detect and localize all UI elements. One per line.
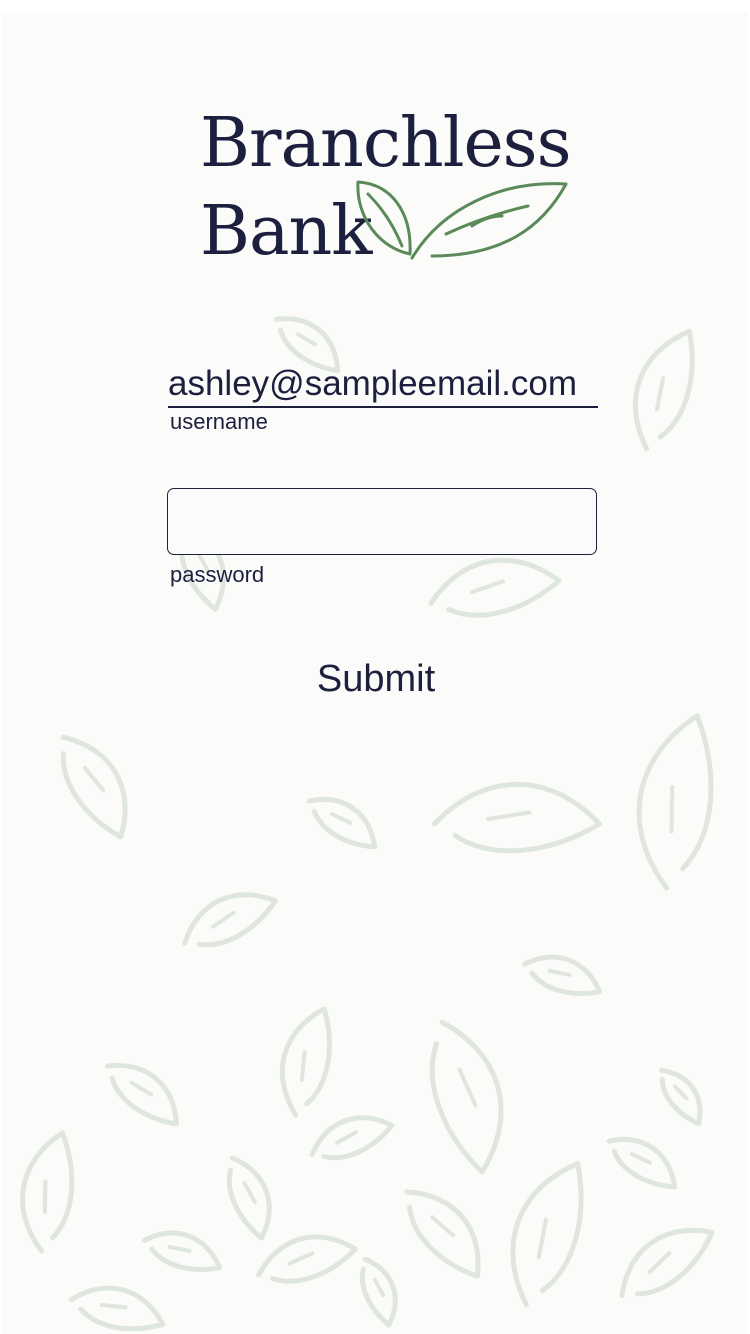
background-leaf-icon	[141, 1230, 223, 1272]
background-leaf-icon	[428, 557, 562, 618]
background-leaf-icon	[60, 734, 128, 840]
login-screen: Branchless Bank ashley@sampleemail.com u…	[2, 12, 748, 1334]
password-input[interactable]	[167, 488, 597, 555]
background-leaf-icon	[521, 954, 603, 996]
background-leaf-icon	[306, 797, 378, 850]
background-leaf-icon	[619, 1227, 715, 1299]
background-leaf-icon	[226, 1155, 272, 1241]
username-field[interactable]: ashley@sampleemail.com	[168, 362, 598, 408]
background-leaf-icon	[309, 1115, 395, 1161]
background-leaf-icon	[658, 1067, 703, 1127]
brand-name-line-2: Bank	[200, 192, 373, 271]
background-leaf-icon	[279, 1006, 332, 1118]
background-leaf-icon	[359, 1256, 398, 1328]
brand-logo: Branchless Bank	[198, 110, 578, 280]
background-leaf-icon	[510, 1161, 584, 1307]
background-leaf-icon	[182, 892, 278, 948]
background-leaf-icon	[20, 1130, 75, 1254]
background-leaf-icon	[632, 328, 695, 452]
leaf-pair-icon	[356, 180, 568, 260]
background-leaf-icon	[429, 1019, 504, 1175]
username-label: username	[170, 409, 268, 434]
background-leaf-icon	[606, 1137, 678, 1190]
background-leaf-icon	[68, 1285, 166, 1332]
submit-button[interactable]: Submit	[266, 652, 486, 706]
background-leaf-icon	[256, 1234, 358, 1284]
background-leaf-icon	[105, 1062, 179, 1127]
background-leaf-icon	[404, 1189, 481, 1279]
background-leaf-icon	[432, 782, 602, 854]
password-label: password	[170, 562, 265, 587]
background-leaf-icon	[636, 713, 714, 891]
